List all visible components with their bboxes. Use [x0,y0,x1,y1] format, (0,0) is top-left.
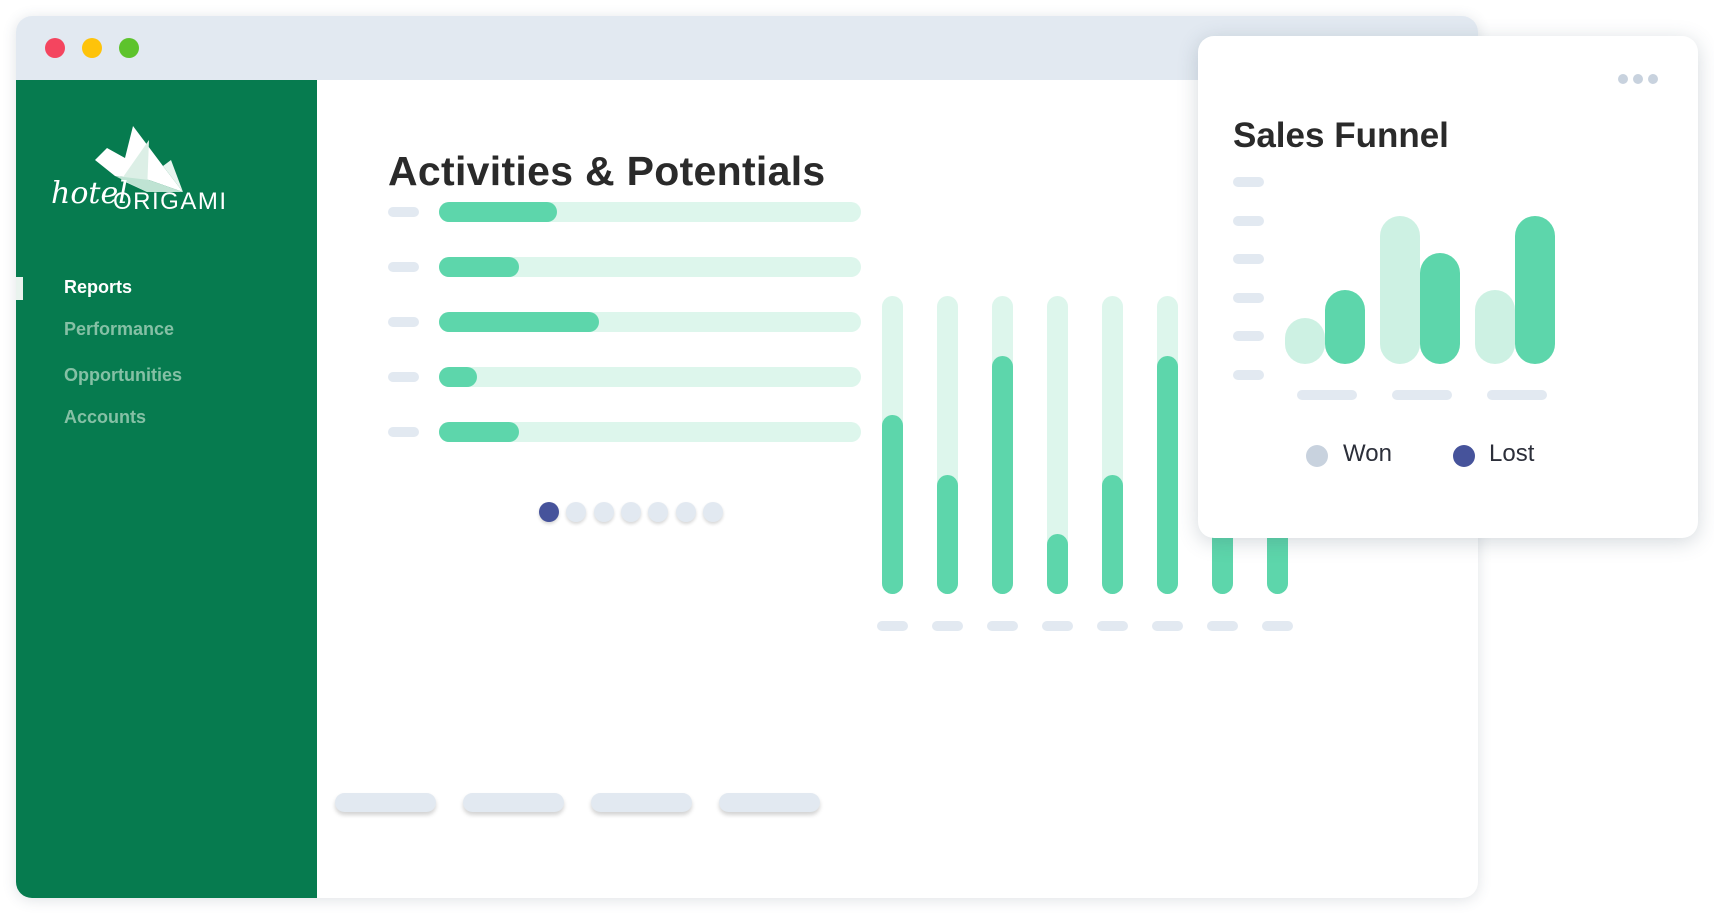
activity-label-placeholder [388,262,419,272]
activity-progress-fill [439,422,519,442]
column-bar [882,415,903,594]
activity-progress-track [439,202,861,222]
brand-name: ORIGAMI [113,188,228,215]
legend-lost-swatch [1453,445,1475,467]
column-track [1102,296,1123,594]
sidebar-item-reports[interactable]: Reports [64,277,132,298]
sales-funnel-card: Sales Funnel Won Lost [1198,36,1698,538]
legend-won-swatch [1306,445,1328,467]
column-x-label-placeholder [987,621,1018,631]
footer-pill-button[interactable] [463,793,564,812]
y-axis-label-placeholder [1233,254,1264,264]
activity-label-placeholder [388,317,419,327]
column-track [1047,296,1068,594]
column-track [937,296,958,594]
legend-lost-label: Lost [1489,440,1535,467]
sidebar-item-accounts[interactable]: Accounts [64,407,146,428]
y-axis-label-placeholder [1233,177,1264,187]
pagination-dot[interactable] [648,502,669,522]
funnel-bar-won [1380,216,1420,364]
activity-progress-track [439,422,861,442]
column-bar [1047,534,1068,594]
footer-pill-button[interactable] [591,793,692,812]
funnel-bar-lost [1420,253,1460,364]
y-axis-label-placeholder [1233,215,1264,226]
x-axis-label-placeholder [1487,390,1547,400]
column-track [1157,296,1178,594]
activity-row [388,367,861,387]
activity-label-placeholder [388,427,419,437]
close-window-button[interactable] [45,38,65,58]
column-bar [937,475,958,594]
x-axis-label-placeholder [1392,390,1452,400]
column-x-label-placeholder [1207,621,1238,631]
pagination-dot[interactable] [593,502,614,522]
funnel-bar-won [1475,290,1515,364]
column-x-label-placeholder [1042,621,1073,631]
activity-progress-track [439,367,861,387]
maximize-window-button[interactable] [119,38,139,58]
y-axis-label-placeholder [1233,369,1264,380]
activity-progress-fill [439,312,599,332]
funnel-bar-won [1285,318,1325,364]
sales-funnel-title: Sales Funnel [1233,116,1449,155]
activity-progress-track [439,312,861,332]
column-track [992,296,1013,594]
pagination-dot[interactable] [702,502,723,522]
funnel-bar-lost [1515,216,1555,364]
activity-label-placeholder [388,372,419,382]
activity-progress-fill [439,367,477,387]
sidebar: hotel ORIGAMI Reports Performance Opport… [16,80,317,898]
activity-progress-fill [439,257,519,277]
column-x-label-placeholder [1152,621,1183,631]
sidebar-item-performance[interactable]: Performance [64,319,174,340]
pagination-dot[interactable] [566,502,587,522]
active-nav-indicator [16,277,23,300]
activity-progress-track [439,257,861,277]
more-horizontal-icon[interactable] [1618,72,1662,84]
minimize-window-button[interactable] [82,38,102,58]
activity-label-placeholder [388,207,419,217]
page-title: Activities & Potentials [388,148,826,194]
sidebar-item-opportunities[interactable]: Opportunities [64,365,182,386]
pagination-dot[interactable] [675,502,696,522]
footer-pill-button[interactable] [719,793,820,812]
legend-won-label: Won [1343,440,1392,467]
column-x-label-placeholder [1097,621,1128,631]
y-axis-label-placeholder [1233,292,1264,303]
column-x-label-placeholder [1262,621,1293,631]
footer-pill-button[interactable] [335,793,436,812]
column-bar [1102,475,1123,594]
column-bar [1157,356,1178,594]
x-axis-label-placeholder [1297,390,1357,400]
column-track [882,296,903,594]
pagination-dot[interactable] [620,502,641,522]
column-bar [992,356,1013,594]
activity-row [388,257,861,277]
activity-progress-fill [439,202,557,222]
column-x-label-placeholder [877,621,908,631]
activity-row [388,422,861,442]
funnel-bar-lost [1325,290,1365,364]
activity-row [388,202,861,222]
y-axis-label-placeholder [1233,331,1264,341]
hotel-origami-logo[interactable]: hotel ORIGAMI [51,118,281,228]
column-x-label-placeholder [932,621,963,631]
pagination-dot[interactable] [539,502,559,522]
activity-row [388,312,861,332]
